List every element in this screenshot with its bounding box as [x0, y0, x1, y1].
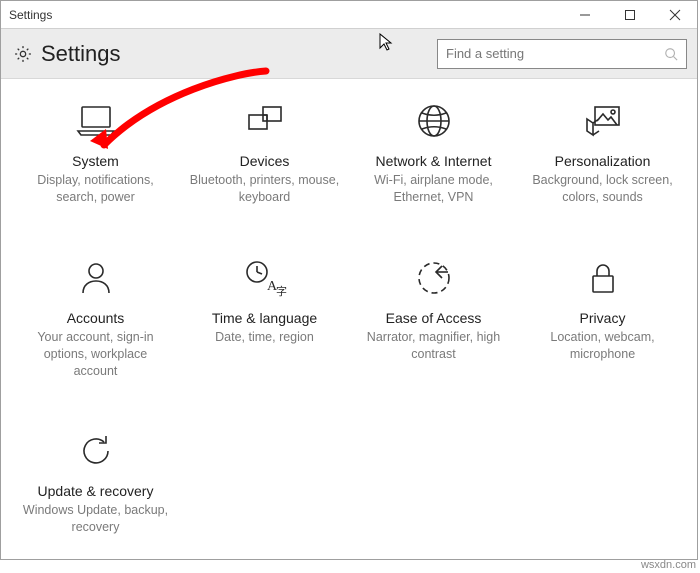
close-icon [669, 9, 681, 21]
tile-ease-of-access[interactable]: Ease of Access Narrator, magnifier, high… [349, 256, 518, 380]
tile-accounts[interactable]: Accounts Your account, sign-in options, … [11, 256, 180, 380]
tile-desc: Windows Update, backup, recovery [21, 502, 171, 536]
tile-title: Time & language [212, 310, 317, 326]
tile-title: Update & recovery [38, 483, 154, 499]
devices-icon [243, 99, 287, 143]
person-icon [74, 256, 118, 300]
personalization-icon [581, 99, 625, 143]
tile-desc: Bluetooth, printers, mouse, keyboard [190, 172, 340, 206]
tile-system[interactable]: System Display, notifications, search, p… [11, 99, 180, 206]
tile-desc: Date, time, region [215, 329, 314, 346]
tile-desc: Location, webcam, microphone [528, 329, 678, 363]
tiles-grid: System Display, notifications, search, p… [1, 79, 697, 536]
page-title: Settings [41, 41, 437, 67]
tile-desc: Your account, sign-in options, workplace… [21, 329, 171, 380]
window-title: Settings [1, 8, 562, 22]
tile-personalization[interactable]: Personalization Background, lock screen,… [518, 99, 687, 206]
tile-title: Privacy [580, 310, 626, 326]
tile-desc: Display, notifications, search, power [21, 172, 171, 206]
maximize-icon [624, 9, 636, 21]
globe-icon [412, 99, 456, 143]
tile-time-language[interactable]: A字 Time & language Date, time, region [180, 256, 349, 380]
tile-network[interactable]: Network & Internet Wi-Fi, airplane mode,… [349, 99, 518, 206]
tile-devices[interactable]: Devices Bluetooth, printers, mouse, keyb… [180, 99, 349, 206]
search-input[interactable] [446, 46, 664, 61]
window-controls [562, 1, 697, 29]
gear-icon [13, 44, 33, 64]
update-icon [74, 429, 118, 473]
tile-desc: Background, lock screen, colors, sounds [528, 172, 678, 206]
watermark: wsxdn.com [641, 559, 696, 571]
svg-text:字: 字 [276, 284, 287, 298]
laptop-icon [74, 99, 118, 143]
minimize-button[interactable] [562, 1, 607, 29]
minimize-icon [579, 9, 591, 21]
tile-title: Network & Internet [376, 153, 492, 169]
search-icon [664, 47, 678, 61]
tile-privacy[interactable]: Privacy Location, webcam, microphone [518, 256, 687, 380]
tile-title: Ease of Access [386, 310, 482, 326]
titlebar: Settings [1, 1, 697, 29]
tile-title: System [72, 153, 119, 169]
time-language-icon: A字 [243, 256, 287, 300]
tile-title: Personalization [555, 153, 651, 169]
close-button[interactable] [652, 1, 697, 29]
maximize-button[interactable] [607, 1, 652, 29]
ease-of-access-icon [412, 256, 456, 300]
settings-window: Settings Settings [0, 0, 698, 560]
tile-update-recovery[interactable]: Update & recovery Windows Update, backup… [11, 429, 180, 536]
tile-title: Accounts [67, 310, 125, 326]
tile-desc: Wi-Fi, airplane mode, Ethernet, VPN [359, 172, 509, 206]
tile-desc: Narrator, magnifier, high contrast [359, 329, 509, 363]
search-box[interactable] [437, 39, 687, 69]
tile-title: Devices [240, 153, 290, 169]
header: Settings [1, 29, 697, 79]
lock-icon [581, 256, 625, 300]
